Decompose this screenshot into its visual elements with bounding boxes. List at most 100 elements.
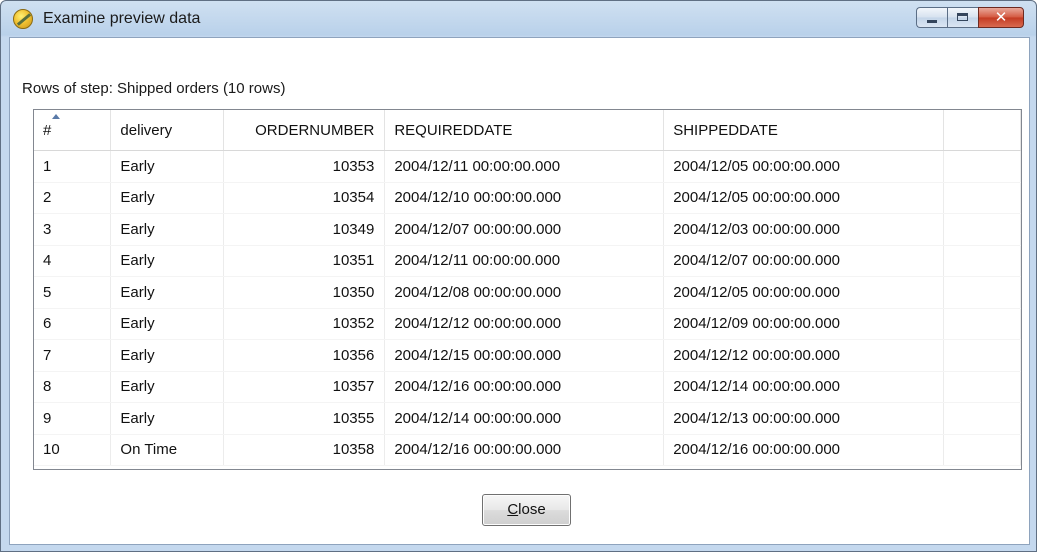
cell-ordernumber[interactable]: 10356 xyxy=(223,339,386,372)
cell-filler xyxy=(943,339,1021,372)
cell-shippeddate[interactable]: 2004/12/03 00:00:00.000 xyxy=(663,213,945,246)
cell-ordernumber[interactable]: 10351 xyxy=(223,245,386,277)
maximize-button[interactable] xyxy=(947,7,978,28)
cell-filler xyxy=(943,150,1021,183)
cell-filler xyxy=(943,308,1021,340)
step-rows-label: Rows of step: Shipped orders (10 rows) xyxy=(22,80,286,97)
close-icon: ✕ xyxy=(994,8,1008,26)
table-row[interactable]: 10 On Time 10358 2004/12/16 00:00:00.000 200… xyxy=(34,434,1021,466)
cell-filler xyxy=(943,371,1021,403)
cell-delivery[interactable]: Early xyxy=(110,245,225,277)
cell-index[interactable]: 5 xyxy=(34,276,112,309)
cell-ordernumber[interactable]: 10354 xyxy=(223,182,386,214)
sort-ascending-icon xyxy=(52,114,60,119)
cell-delivery[interactable]: Early xyxy=(110,276,225,309)
cell-ordernumber[interactable]: 10357 xyxy=(223,371,386,403)
table-header-row: # delivery ORDERNUMBER REQUIREDDATE SHIP… xyxy=(34,110,1021,151)
cell-delivery[interactable]: Early xyxy=(110,402,225,435)
preview-table: # delivery ORDERNUMBER REQUIREDDATE SHIP… xyxy=(34,110,1021,466)
cell-shippeddate[interactable]: 2004/12/12 00:00:00.000 xyxy=(663,339,945,372)
table-row[interactable]: 1 Early 10353 2004/12/11 00:00:00.000 2004/1… xyxy=(34,150,1021,183)
cell-shippeddate[interactable]: 2004/12/05 00:00:00.000 xyxy=(663,182,945,214)
preview-grid[interactable]: # delivery ORDERNUMBER REQUIREDDATE SHIP… xyxy=(33,109,1022,470)
minimize-button[interactable] xyxy=(916,7,947,28)
cell-index[interactable]: 1 xyxy=(34,150,112,183)
cell-delivery[interactable]: On Time xyxy=(110,434,225,466)
table-row[interactable]: 9 Early 10355 2004/12/14 00:00:00.000 2004/1… xyxy=(34,402,1021,435)
cell-index[interactable]: 8 xyxy=(34,371,112,403)
table-row[interactable]: 3 Early 10349 2004/12/07 00:00:00.000 2004/1… xyxy=(34,213,1021,246)
cell-shippeddate[interactable]: 2004/12/05 00:00:00.000 xyxy=(663,150,945,183)
cell-requireddate[interactable]: 2004/12/14 00:00:00.000 xyxy=(384,402,665,435)
table-row[interactable]: 4 Early 10351 2004/12/11 00:00:00.000 2004/1… xyxy=(34,245,1021,277)
column-header-filler xyxy=(943,110,1021,151)
cell-delivery[interactable]: Early xyxy=(110,182,225,214)
column-header-label: delivery xyxy=(120,121,173,139)
cell-requireddate[interactable]: 2004/12/15 00:00:00.000 xyxy=(384,339,665,372)
cell-ordernumber[interactable]: 10355 xyxy=(223,402,386,435)
cell-delivery[interactable]: Early xyxy=(110,213,225,246)
cell-shippeddate[interactable]: 2004/12/14 00:00:00.000 xyxy=(663,371,945,403)
cell-index[interactable]: 3 xyxy=(34,213,112,246)
cell-index[interactable]: 4 xyxy=(34,245,112,277)
column-header-requireddate[interactable]: REQUIREDDATE xyxy=(384,110,665,151)
cell-delivery[interactable]: Early xyxy=(110,308,225,340)
table-row[interactable]: 6 Early 10352 2004/12/12 00:00:00.000 2004/1… xyxy=(34,308,1021,340)
cell-delivery[interactable]: Early xyxy=(110,339,225,372)
close-window-button[interactable]: ✕ xyxy=(978,7,1024,28)
title-bar[interactable]: Examine preview data ✕ xyxy=(1,1,1036,37)
cell-index[interactable]: 9 xyxy=(34,402,112,435)
cell-shippeddate[interactable]: 2004/12/07 00:00:00.000 xyxy=(663,245,945,277)
cell-index[interactable]: 7 xyxy=(34,339,112,372)
cell-ordernumber[interactable]: 10358 xyxy=(223,434,386,466)
cell-requireddate[interactable]: 2004/12/11 00:00:00.000 xyxy=(384,150,665,183)
cell-delivery[interactable]: Early xyxy=(110,371,225,403)
column-header-delivery[interactable]: delivery xyxy=(110,110,225,151)
column-header-index[interactable]: # xyxy=(34,110,112,151)
cell-requireddate[interactable]: 2004/12/12 00:00:00.000 xyxy=(384,308,665,340)
table-body: 1 Early 10353 2004/12/11 00:00:00.000 2004/1… xyxy=(34,150,1021,466)
column-header-label: SHIPPEDDATE xyxy=(673,121,778,139)
cell-index[interactable]: 10 xyxy=(34,434,112,466)
cell-ordernumber[interactable]: 10350 xyxy=(223,276,386,309)
cell-index[interactable]: 6 xyxy=(34,308,112,340)
minimize-icon xyxy=(927,20,937,23)
cell-filler xyxy=(943,213,1021,246)
kettle-app-icon xyxy=(13,9,33,29)
column-header-label: ORDERNUMBER xyxy=(255,121,375,139)
cell-filler xyxy=(943,276,1021,309)
cell-filler xyxy=(943,245,1021,277)
cell-requireddate[interactable]: 2004/12/07 00:00:00.000 xyxy=(384,213,665,246)
column-header-ordernumber[interactable]: ORDERNUMBER xyxy=(223,110,386,151)
column-header-label: REQUIREDDATE xyxy=(394,121,513,139)
cell-filler xyxy=(943,434,1021,466)
cell-requireddate[interactable]: 2004/12/08 00:00:00.000 xyxy=(384,276,665,309)
column-header-shippeddate[interactable]: SHIPPEDDATE xyxy=(663,110,945,151)
close-button-label: lose xyxy=(518,501,546,518)
caption-buttons: ✕ xyxy=(916,7,1024,28)
column-header-label: # xyxy=(43,121,52,139)
cell-index[interactable]: 2 xyxy=(34,182,112,214)
window-title: Examine preview data xyxy=(43,10,201,27)
cell-requireddate[interactable]: 2004/12/16 00:00:00.000 xyxy=(384,434,665,466)
cell-filler xyxy=(943,182,1021,214)
cell-requireddate[interactable]: 2004/12/16 00:00:00.000 xyxy=(384,371,665,403)
cell-requireddate[interactable]: 2004/12/11 00:00:00.000 xyxy=(384,245,665,277)
maximize-icon xyxy=(957,13,968,21)
cell-delivery[interactable]: Early xyxy=(110,150,225,183)
cell-filler xyxy=(943,402,1021,435)
close-button[interactable]: Close xyxy=(482,494,571,526)
table-row[interactable]: 7 Early 10356 2004/12/15 00:00:00.000 2004/1… xyxy=(34,339,1021,372)
cell-shippeddate[interactable]: 2004/12/05 00:00:00.000 xyxy=(663,276,945,309)
cell-shippeddate[interactable]: 2004/12/13 00:00:00.000 xyxy=(663,402,945,435)
table-row[interactable]: 2 Early 10354 2004/12/10 00:00:00.000 2004/1… xyxy=(34,182,1021,214)
cell-requireddate[interactable]: 2004/12/10 00:00:00.000 xyxy=(384,182,665,214)
table-row[interactable]: 8 Early 10357 2004/12/16 00:00:00.000 2004/1… xyxy=(34,371,1021,403)
cell-shippeddate[interactable]: 2004/12/16 00:00:00.000 xyxy=(663,434,945,466)
cell-ordernumber[interactable]: 10352 xyxy=(223,308,386,340)
table-row[interactable]: 5 Early 10350 2004/12/08 00:00:00.000 2004/1… xyxy=(34,276,1021,309)
cell-ordernumber[interactable]: 10353 xyxy=(223,150,386,183)
cell-shippeddate[interactable]: 2004/12/09 00:00:00.000 xyxy=(663,308,945,340)
close-button-mnemonic: C xyxy=(507,501,519,518)
cell-ordernumber[interactable]: 10349 xyxy=(223,213,386,246)
